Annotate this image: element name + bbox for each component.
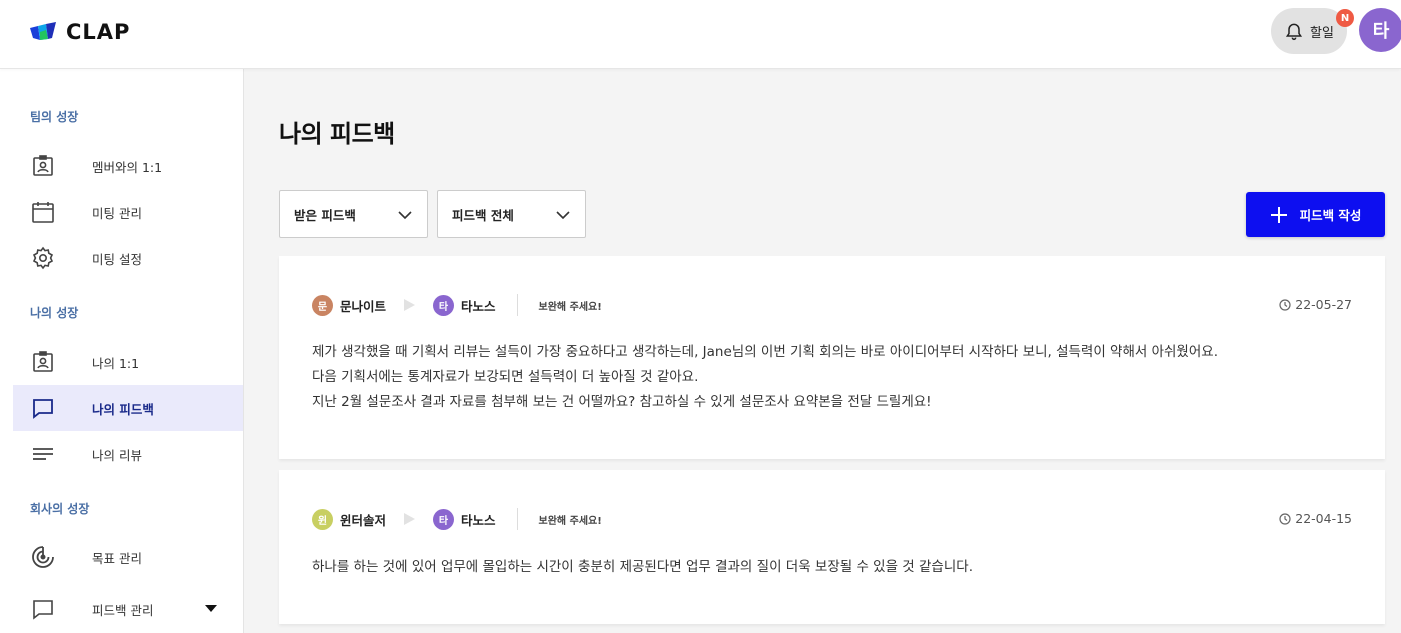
plus-icon bbox=[1270, 206, 1287, 223]
user-avatar[interactable]: 타 bbox=[1359, 8, 1401, 52]
clock-icon bbox=[1279, 512, 1291, 525]
feedback-date: 22-05-27 bbox=[1279, 297, 1352, 312]
calendar-icon bbox=[31, 200, 55, 224]
sidebar-item-label: 멤버와의 1:1 bbox=[92, 159, 163, 175]
sidebar-item-goal-manage[interactable]: 목표 관리 bbox=[13, 534, 243, 580]
section-title-company-growth: 회사의 성장 bbox=[30, 502, 90, 516]
feedback-date: 22-04-15 bbox=[1279, 511, 1352, 526]
top-header: CLAP 할일 N 타 bbox=[0, 0, 1401, 69]
sidebar-item-member-1on1[interactable]: 멤버와의 1:1 bbox=[13, 143, 243, 189]
gear-icon bbox=[31, 246, 55, 270]
feedback-card-header: 윈 윈터솔저 타 타노스 보완해 주세요! bbox=[312, 508, 602, 530]
clock-icon bbox=[1279, 298, 1291, 311]
sidebar-item-my-feedback[interactable]: 나의 피드백 bbox=[13, 385, 243, 431]
arrow-right-icon bbox=[404, 513, 416, 525]
feedback-tag: 보완해 주세요! bbox=[538, 301, 602, 313]
notification-badge: N bbox=[1336, 9, 1354, 27]
page-title: 나의 피드백 bbox=[279, 120, 395, 148]
caret-down-icon[interactable] bbox=[205, 605, 217, 612]
todo-label: 할일 bbox=[1310, 25, 1334, 41]
select-value: 받은 피드백 bbox=[294, 207, 356, 223]
sidebar-item-meeting-settings[interactable]: 미팅 설정 bbox=[13, 235, 243, 281]
sidebar-item-my-1on1[interactable]: 나의 1:1 bbox=[13, 339, 243, 385]
select-value: 피드백 전체 bbox=[452, 207, 514, 223]
receiver-name: 타노스 bbox=[461, 512, 496, 528]
sender-avatar: 윈 bbox=[312, 508, 333, 530]
date-text: 22-04-15 bbox=[1295, 511, 1352, 526]
feedback-line: 다음 기획서에는 통계자료가 보강되면 설득력이 더 높아질 것 같아요. bbox=[312, 369, 699, 385]
write-feedback-label: 피드백 작성 bbox=[1299, 208, 1362, 223]
feedback-line: 지난 2월 설문조사 결과 자료를 첨부해 보는 건 어떨까요? 참고하실 수 … bbox=[312, 394, 932, 410]
receiver-avatar: 타 bbox=[433, 294, 455, 316]
write-feedback-button[interactable]: 피드백 작성 bbox=[1246, 192, 1385, 237]
sender-name: 윈터솔저 bbox=[340, 512, 387, 528]
receiver-name: 타노스 bbox=[461, 298, 496, 314]
sidebar-item-meeting-manage[interactable]: 미팅 관리 bbox=[13, 189, 243, 235]
chevron-down-icon bbox=[398, 211, 412, 220]
sidebar-item-label: 미팅 설정 bbox=[92, 251, 142, 267]
feedback-tag: 보완해 주세요! bbox=[538, 515, 602, 527]
sidebar-item-label: 나의 피드백 bbox=[92, 401, 154, 417]
section-title-my-growth: 나의 성장 bbox=[30, 306, 79, 320]
chevron-down-icon bbox=[556, 211, 570, 220]
feedback-line: 제가 생각했을 때 기획서 리뷰는 설득이 가장 중요하다고 생각하는데, Ja… bbox=[312, 344, 1218, 360]
section-title-team-growth: 팀의 성장 bbox=[30, 110, 79, 124]
date-text: 22-05-27 bbox=[1295, 297, 1352, 312]
feedback-line: 하나를 하는 것에 있어 업무에 몰입하는 시간이 충분히 제공된다면 업무 결… bbox=[312, 559, 973, 575]
sidebar-item-label: 나의 1:1 bbox=[92, 355, 140, 371]
clap-logo[interactable]: CLAP bbox=[30, 20, 130, 44]
feedback-direction-select[interactable]: 받은 피드백 bbox=[279, 190, 428, 238]
sidebar-item-label: 나의 리뷰 bbox=[92, 447, 142, 463]
sender-name: 문나이트 bbox=[340, 298, 387, 314]
lines-icon bbox=[31, 442, 55, 466]
target-icon bbox=[31, 545, 55, 569]
id-badge-icon bbox=[31, 154, 55, 178]
sidebar-item-feedback-manage[interactable]: 피드백 관리 bbox=[13, 586, 243, 632]
arrow-right-icon bbox=[404, 299, 416, 311]
feedback-card[interactable]: 문 문나이트 타 타노스 보완해 주세요! 22-05-27 제가 생각했을 때… bbox=[279, 256, 1385, 459]
feedback-card-header: 문 문나이트 타 타노스 보완해 주세요! bbox=[312, 294, 602, 316]
id-badge-icon bbox=[31, 350, 55, 374]
chat-bubble-icon bbox=[31, 396, 55, 420]
sidebar: 팀의 성장 멤버와의 1:1 미팅 관리 미팅 설정 나의 성장 나의 1:1 … bbox=[0, 69, 244, 633]
bell-icon bbox=[1285, 23, 1303, 41]
feedback-content: 하나를 하는 것에 있어 업무에 몰입하는 시간이 충분히 제공된다면 업무 결… bbox=[312, 555, 973, 580]
divider bbox=[516, 508, 518, 530]
sidebar-item-label: 피드백 관리 bbox=[92, 602, 154, 618]
sender-avatar: 문 bbox=[312, 294, 333, 316]
sidebar-item-label: 목표 관리 bbox=[92, 550, 142, 566]
receiver-avatar: 타 bbox=[433, 508, 455, 530]
feedback-type-select[interactable]: 피드백 전체 bbox=[437, 190, 586, 238]
feedback-content: 제가 생각했을 때 기획서 리뷰는 설득이 가장 중요하다고 생각하는데, Ja… bbox=[312, 340, 1218, 415]
divider bbox=[516, 294, 518, 316]
clap-logo-icon bbox=[30, 22, 56, 40]
chat-bubble-icon bbox=[31, 597, 55, 621]
sidebar-item-my-review[interactable]: 나의 리뷰 bbox=[13, 431, 243, 477]
sidebar-item-label: 미팅 관리 bbox=[92, 205, 142, 221]
feedback-card[interactable]: 윈 윈터솔저 타 타노스 보완해 주세요! 22-04-15 하나를 하는 것에… bbox=[279, 470, 1385, 624]
logo-text: CLAP bbox=[66, 20, 131, 44]
